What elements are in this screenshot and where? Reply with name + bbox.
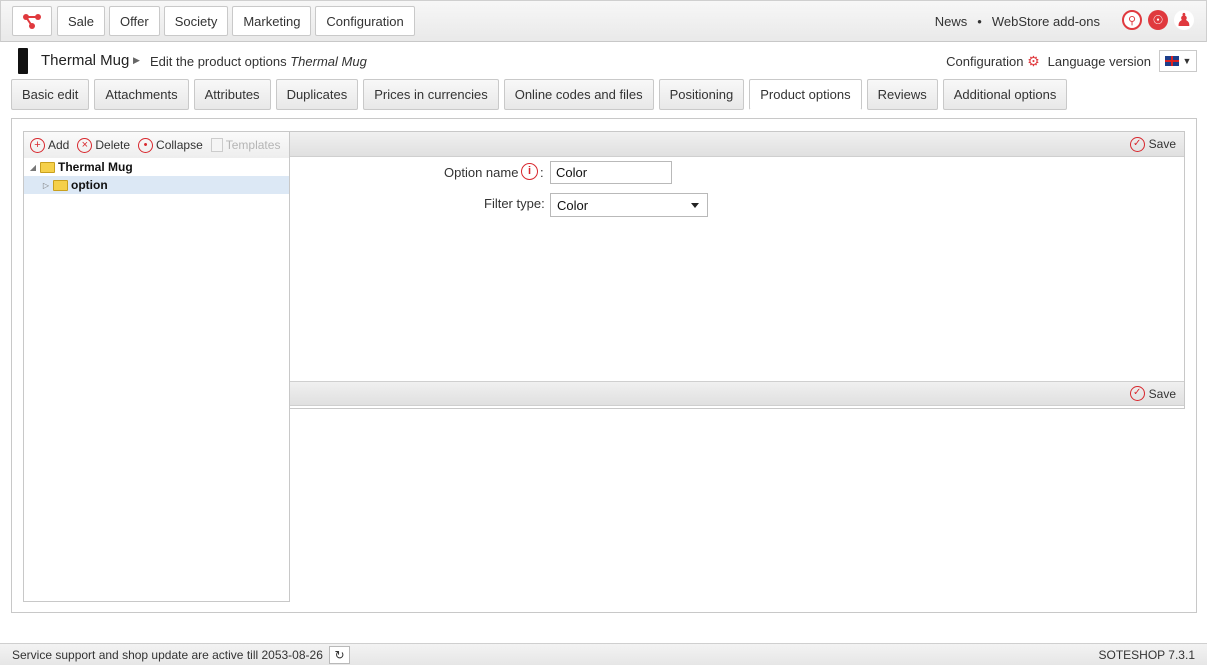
breadcrumb: Edit the product options Thermal Mug [150, 54, 367, 69]
home-logo-button[interactable] [12, 6, 52, 36]
logo-icon [23, 14, 41, 29]
add-button[interactable]: + Add [30, 137, 70, 153]
nav-sale[interactable]: Sale [57, 6, 106, 36]
language-select[interactable]: ▼ [1159, 50, 1197, 72]
link-separator: • [977, 14, 982, 29]
filter-type-select[interactable]: Color [550, 193, 708, 217]
main-nav: Sale Offer Society Marketing Configurati… [57, 6, 415, 36]
version-label: SOTESHOP 7.3.1 [1098, 648, 1196, 662]
configuration-label: Configuration [946, 53, 1024, 69]
delete-button[interactable]: × Delete [77, 137, 131, 153]
webstore-link[interactable]: WebStore add-ons [992, 14, 1100, 29]
tab-basic-edit[interactable]: Basic edit [11, 79, 90, 110]
tree-toolbar: + Add × Delete • Collapse Templates [24, 132, 289, 158]
bottom-save-bar: ✓ Save [290, 381, 1184, 406]
nav-configuration[interactable]: Configuration [315, 6, 415, 36]
delete-icon: × [77, 137, 93, 153]
configuration-link[interactable]: Configuration ⚙ [946, 53, 1040, 70]
top-links: News • WebStore add-ons [935, 14, 1100, 29]
top-icons: ⚲ ☉ ♟ [1122, 10, 1194, 30]
content-area: + Add × Delete • Collapse Templates ◢ Th… [11, 118, 1197, 613]
tab-attributes[interactable]: Attributes [193, 79, 271, 110]
tree-child-label: option [71, 178, 108, 192]
tab-bar: Basic edit Attachments Attributes Duplic… [11, 79, 1068, 110]
save-button-top[interactable]: ✓ Save [1129, 136, 1176, 152]
top-save-bar: ✓ Save [290, 132, 1184, 157]
tree-root-label: Thermal Mug [58, 160, 133, 174]
option-form: Option name i : Filter type: Color [290, 157, 1184, 381]
top-bar: Sale Offer Society Marketing Configurati… [0, 0, 1207, 42]
collapse-triangle-icon[interactable]: ◢ [28, 163, 38, 172]
filter-type-label: Filter type: [484, 196, 545, 211]
tree-root[interactable]: ◢ Thermal Mug [24, 158, 289, 176]
templates-label: Templates [225, 138, 281, 152]
news-link[interactable]: News [935, 14, 968, 29]
product-header: Thermal Mug ▶ Edit the product options T… [12, 46, 1197, 76]
save-label: Save [1148, 137, 1176, 151]
save-button-bottom[interactable]: ✓ Save [1129, 386, 1176, 401]
options-tree-panel: + Add × Delete • Collapse Templates ◢ Th… [23, 131, 290, 602]
breadcrumb-product: Thermal Mug [290, 54, 367, 69]
filter-type-value: Color [557, 197, 589, 213]
collapse-label: Collapse [156, 138, 203, 152]
option-name-input[interactable] [550, 161, 672, 184]
delete-label: Delete [95, 138, 131, 152]
tab-additional-options[interactable]: Additional options [942, 79, 1068, 110]
add-label: Add [48, 138, 70, 152]
user-icon[interactable]: ♟ [1174, 10, 1194, 30]
tab-reviews[interactable]: Reviews [866, 79, 938, 110]
collapse-button[interactable]: • Collapse [138, 137, 203, 153]
folder-icon [53, 179, 68, 191]
uk-flag-icon [1164, 56, 1179, 66]
templates-button[interactable]: Templates [210, 138, 281, 152]
chevron-down-icon [691, 202, 699, 208]
globe-icon[interactable]: ☉ [1148, 10, 1168, 30]
nav-offer[interactable]: Offer [109, 6, 160, 36]
header-right: Configuration ⚙ Language version ▼ [946, 50, 1197, 72]
info-icon[interactable]: i [521, 163, 538, 180]
language-label: Language version [1047, 53, 1151, 69]
footer: Service support and shop update are acti… [0, 643, 1207, 665]
folder-open-icon [40, 161, 55, 173]
breadcrumb-prefix: Edit the product options [150, 54, 287, 69]
option-name-label: Option name [444, 165, 519, 180]
nav-marketing[interactable]: Marketing [232, 6, 312, 36]
gear-icon: ⚙ [1027, 52, 1040, 69]
tab-attachments[interactable]: Attachments [94, 79, 189, 110]
plus-icon: + [30, 137, 45, 153]
tab-duplicates[interactable]: Duplicates [275, 79, 359, 110]
tab-prices-in-currencies[interactable]: Prices in currencies [363, 79, 499, 110]
refresh-icon[interactable]: ↻ [329, 646, 350, 664]
chevron-down-icon: ▼ [1182, 56, 1192, 66]
expand-triangle-icon[interactable]: ▷ [41, 181, 51, 190]
option-edit-panel: ✓ Save Option name i : Filter type: Colo… [289, 131, 1185, 409]
check-icon: ✓ [1129, 136, 1145, 152]
save-label: Save [1148, 386, 1176, 401]
templates-icon [210, 138, 223, 152]
breadcrumb-arrow-icon: ▶ [133, 55, 140, 65]
search-icon[interactable]: ⚲ [1122, 10, 1142, 30]
check-icon: ✓ [1129, 386, 1145, 401]
product-title: Thermal Mug [41, 52, 130, 69]
tree-child[interactable]: ▷ option [24, 176, 289, 194]
option-name-colon: : [540, 165, 544, 180]
product-thumbnail [18, 48, 28, 74]
tab-product-options[interactable]: Product options [749, 79, 862, 110]
magnifier-icon: • [138, 137, 154, 153]
support-status: Service support and shop update are acti… [12, 648, 323, 662]
nav-society[interactable]: Society [163, 6, 229, 36]
tab-online-codes[interactable]: Online codes and files [503, 79, 654, 110]
tab-positioning[interactable]: Positioning [658, 79, 745, 110]
